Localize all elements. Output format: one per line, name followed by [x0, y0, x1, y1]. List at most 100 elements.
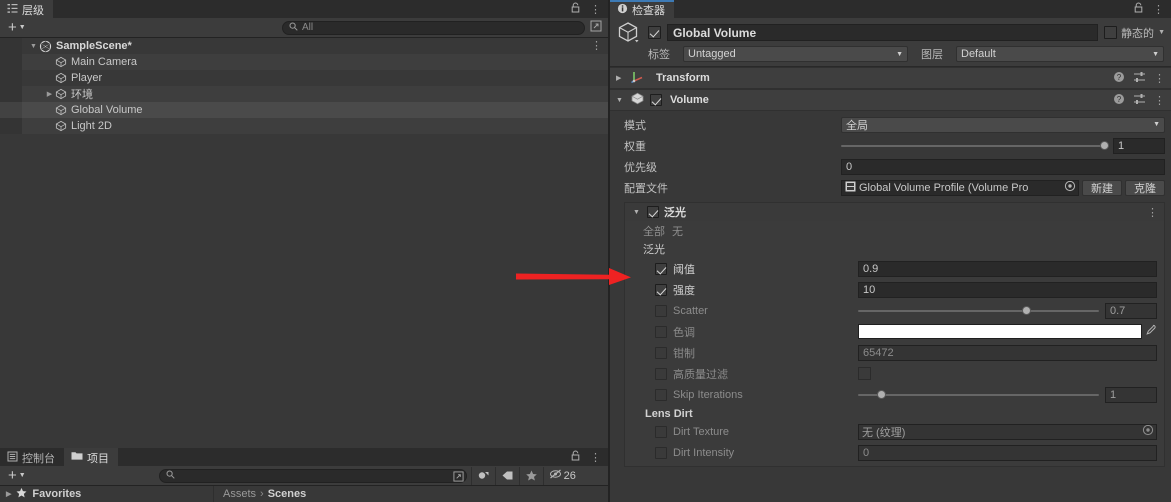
breadcrumb-assets[interactable]: Assets: [223, 488, 256, 500]
chevron-down-icon[interactable]: ▼: [616, 97, 625, 104]
dirt-texture-object-field[interactable]: 无 (纹理): [858, 423, 1157, 440]
chevron-down-icon[interactable]: ▼: [633, 209, 642, 216]
intensity-override-checkbox[interactable]: [655, 283, 667, 296]
help-icon[interactable]: ?: [1113, 71, 1125, 86]
object-name-field[interactable]: Global Volume: [667, 24, 1099, 41]
clamp-override-checkbox[interactable]: [655, 346, 667, 359]
hidden-assets-count[interactable]: 26: [542, 466, 581, 485]
lock-icon[interactable]: [570, 2, 581, 16]
scatter-slider[interactable]: [858, 303, 1099, 319]
profile-object-field[interactable]: Global Volume Profile (Volume Pro: [841, 179, 1079, 196]
chevron-right-icon[interactable]: ▶: [616, 74, 625, 82]
threshold-field[interactable]: 0.9: [858, 260, 1157, 277]
project-create-button[interactable]: + ▼: [0, 468, 32, 483]
tab-inspector[interactable]: 检查器: [610, 0, 674, 18]
priority-value: 0: [846, 160, 853, 173]
hierarchy-item-light-2d[interactable]: Light 2D: [0, 118, 608, 134]
foldout-spacer: [44, 59, 55, 66]
clone-profile-button[interactable]: 克隆: [1125, 179, 1165, 196]
new-profile-button[interactable]: 新建: [1082, 179, 1122, 196]
kebab-menu-icon[interactable]: ⋮: [1153, 3, 1164, 16]
tint-color-swatch[interactable]: [858, 324, 1142, 339]
hierarchy-item-samplescene[interactable]: ▼ SampleScene* ⋮: [0, 38, 608, 54]
override-all-none: 全部 无: [625, 221, 1164, 240]
weight-slider[interactable]: [841, 138, 1109, 154]
chevron-down-icon[interactable]: ▼: [1158, 29, 1165, 36]
favorites-row[interactable]: ▶ Favorites: [0, 486, 213, 502]
hierarchy-item-global-volume[interactable]: Global Volume: [0, 102, 608, 118]
kebab-menu-icon[interactable]: ⋮: [1147, 206, 1158, 219]
volume-enabled-checkbox[interactable]: [650, 94, 662, 106]
tab-project[interactable]: 项目: [64, 448, 118, 466]
lock-icon[interactable]: [570, 450, 581, 464]
chevron-right-icon[interactable]: ▶: [44, 90, 55, 98]
intensity-field[interactable]: 10: [858, 281, 1157, 298]
search-expand-icon[interactable]: [590, 20, 602, 35]
create-gameobject-button[interactable]: + ▼: [0, 20, 32, 35]
component-header-transform[interactable]: ▶ Transform ? ⋮: [610, 67, 1171, 89]
scatter-value-field[interactable]: 0.7: [1105, 302, 1157, 319]
chevron-down-icon: ▼: [18, 24, 26, 31]
tag-dropdown[interactable]: Untagged ▼: [683, 46, 908, 62]
hierarchy-item-player[interactable]: Player: [0, 70, 608, 86]
static-toggle[interactable]: 静态的 ▼: [1104, 25, 1165, 41]
effect-bloom-header[interactable]: ▼ 泛光 ⋮: [625, 203, 1164, 221]
project-search-input[interactable]: [158, 468, 467, 485]
gameobject-icon: [55, 88, 67, 100]
label-filter-icon[interactable]: [494, 466, 519, 485]
highquality-override-checkbox[interactable]: [655, 367, 667, 380]
weight-value-field[interactable]: 1: [1113, 137, 1165, 154]
kebab-menu-icon[interactable]: ⋮: [1154, 72, 1165, 85]
dirt-texture-override-checkbox[interactable]: [655, 425, 667, 438]
favorites-filter-icon[interactable]: [518, 466, 543, 485]
search-expand-icon[interactable]: [453, 470, 464, 485]
highquality-value-checkbox[interactable]: [858, 367, 871, 380]
skip-iterations-slider[interactable]: [858, 387, 1099, 403]
dirt-intensity-override-checkbox[interactable]: [655, 446, 667, 459]
slider-knob[interactable]: [1021, 306, 1031, 315]
override-none-button[interactable]: 无: [672, 223, 683, 239]
override-all-button[interactable]: 全部: [643, 223, 665, 239]
preset-icon[interactable]: [1133, 71, 1146, 86]
layer-dropdown[interactable]: Default ▼: [956, 46, 1164, 62]
priority-field[interactable]: 0: [841, 158, 1165, 175]
chevron-down-icon[interactable]: ▼: [28, 43, 39, 50]
threshold-override-checkbox[interactable]: [655, 262, 667, 275]
chevron-right-icon[interactable]: ▶: [6, 490, 11, 498]
slider-knob[interactable]: [1100, 141, 1109, 150]
skip-iterations-value-field[interactable]: 1: [1105, 386, 1157, 403]
mode-dropdown[interactable]: 全局 ▼: [841, 116, 1165, 133]
bloom-enabled-checkbox[interactable]: [647, 206, 659, 218]
tint-override-checkbox[interactable]: [655, 325, 667, 338]
skip-iterations-override-checkbox[interactable]: [655, 388, 667, 401]
svg-text:?: ?: [1117, 73, 1122, 82]
eyedropper-icon[interactable]: [1142, 324, 1157, 339]
hierarchy-search-input[interactable]: All: [282, 20, 585, 35]
help-icon[interactable]: ?: [1113, 93, 1125, 108]
hierarchy-item-main-camera[interactable]: Main Camera: [0, 54, 608, 70]
slider-knob[interactable]: [877, 390, 887, 399]
preset-icon[interactable]: [1133, 93, 1146, 108]
lock-icon[interactable]: [1133, 2, 1144, 16]
hierarchy-toolbar: + ▼ All: [0, 18, 608, 38]
object-picker-icon[interactable]: [1064, 180, 1076, 195]
object-picker-icon[interactable]: [1142, 424, 1154, 439]
property-label: Scatter: [673, 304, 708, 317]
breadcrumb-scenes[interactable]: Scenes: [268, 488, 307, 500]
tab-hierarchy[interactable]: 层级: [0, 0, 53, 18]
kebab-menu-icon[interactable]: ⋮: [590, 3, 601, 16]
object-enabled-checkbox[interactable]: [648, 26, 661, 39]
component-header-volume[interactable]: ▼ Volume ? ⋮: [610, 89, 1171, 111]
clamp-field[interactable]: 65472: [858, 344, 1157, 361]
scatter-override-checkbox[interactable]: [655, 304, 667, 317]
kebab-menu-icon[interactable]: ⋮: [590, 451, 601, 464]
hierarchy-item-[interactable]: ▶ 环境: [0, 86, 608, 102]
property-row-mode: 模式 全局 ▼: [610, 114, 1171, 135]
asset-type-filter-icon[interactable]: [470, 466, 495, 485]
chevron-down-icon: ▼: [896, 50, 903, 58]
tab-console[interactable]: 控制台: [0, 448, 64, 466]
dirt-intensity-field[interactable]: 0: [858, 444, 1157, 461]
kebab-menu-icon[interactable]: ⋮: [1154, 94, 1165, 107]
static-checkbox[interactable]: [1104, 26, 1118, 39]
kebab-menu-icon[interactable]: ⋮: [591, 39, 602, 52]
